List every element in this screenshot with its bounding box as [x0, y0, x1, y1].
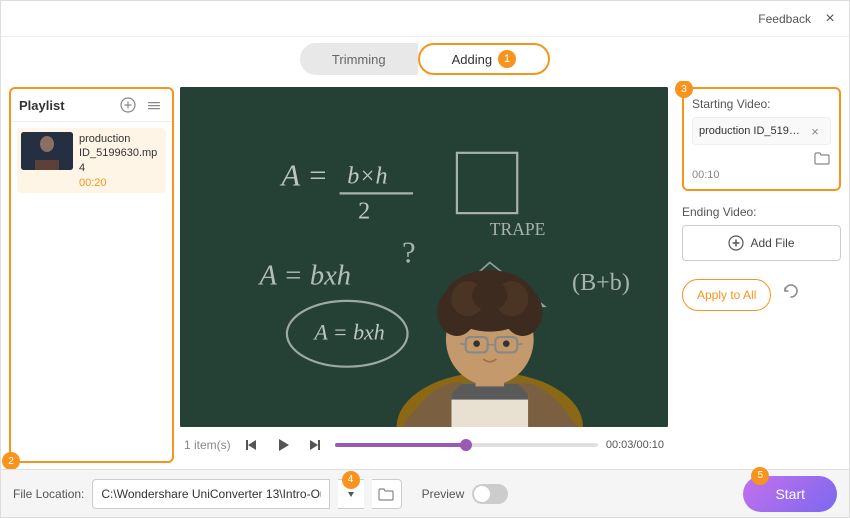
file-location-label: File Location: — [13, 487, 84, 501]
video-frame: A = b×h 2 A = bxh TRAPE A = bxh (B+b) — [180, 87, 668, 427]
starting-file-name: production ID_5199630.... — [699, 125, 806, 137]
refresh-button[interactable] — [777, 277, 805, 305]
playlist-panel: 2 Playlist — [9, 87, 174, 463]
tab-trimming-label: Trimming — [332, 52, 386, 67]
svg-text:A = bxh: A = bxh — [257, 260, 351, 291]
start-button[interactable]: 5 Start — [743, 476, 837, 512]
main-content: 2 Playlist — [1, 81, 849, 469]
add-file-label: Add File — [750, 236, 794, 250]
feedback-link[interactable]: Feedback — [758, 12, 811, 26]
playlist-item-duration: 00:20 — [79, 177, 162, 189]
playlist-thumb — [21, 132, 73, 170]
playlist-menu-btn[interactable] — [144, 95, 164, 115]
starting-video-label: Starting Video: — [692, 97, 831, 111]
playlist-item[interactable]: production ID_5199630.mp4 00:20 — [17, 128, 166, 193]
dropdown-badge: 4 — [342, 471, 360, 489]
svg-text:A =: A = — [279, 159, 328, 193]
svg-text:A = bxh: A = bxh — [312, 319, 384, 344]
preview-toggle[interactable] — [472, 484, 508, 504]
ending-video-section: Ending Video: Add File — [682, 205, 841, 261]
app-container: Feedback × Trimming Adding 1 2 Playlist — [0, 0, 850, 518]
tabs-bar: Trimming Adding 1 — [1, 37, 849, 81]
svg-text:TRAPE: TRAPE — [490, 219, 546, 239]
prev-button[interactable] — [239, 433, 263, 457]
ending-video-label: Ending Video: — [682, 205, 841, 219]
start-badge: 5 — [751, 467, 769, 485]
toggle-knob — [474, 486, 490, 502]
video-preview: A = b×h 2 A = bxh TRAPE A = bxh (B+b) — [174, 81, 674, 469]
playlist-items: production ID_5199630.mp4 00:20 — [11, 122, 172, 461]
play-button[interactable] — [271, 433, 295, 457]
starting-file-row: production ID_5199630.... × — [692, 117, 831, 145]
starting-file-folder-btn[interactable] — [813, 149, 831, 167]
apply-to-all-label: Apply to All — [697, 288, 756, 302]
video-controls: 1 item(s) 00:03/00:10 — [180, 427, 668, 463]
location-dropdown-button[interactable]: 4 — [338, 479, 364, 509]
progress-fill — [335, 443, 467, 447]
apply-to-all-button[interactable]: Apply to All — [682, 279, 771, 311]
title-bar: Feedback × — [1, 1, 849, 37]
playlist-item-info: production ID_5199630.mp4 00:20 — [79, 132, 162, 189]
tab-trimming[interactable]: Trimming — [300, 43, 418, 75]
starting-file-remove-btn[interactable]: × — [806, 122, 824, 140]
progress-bar[interactable] — [335, 443, 598, 447]
add-file-button[interactable]: Add File — [682, 225, 841, 261]
svg-text:b×h: b×h — [347, 164, 387, 190]
bottom-bar: File Location: 4 Preview 5 Start — [1, 469, 849, 517]
close-button[interactable]: × — [821, 10, 839, 28]
apply-row: Apply to All — [682, 271, 841, 311]
location-folder-button[interactable] — [372, 479, 402, 509]
right-panel: 3 Starting Video: production ID_5199630.… — [674, 81, 849, 469]
svg-text:2: 2 — [358, 199, 370, 225]
title-bar-actions: Feedback × — [758, 10, 839, 28]
starting-video-badge: 3 — [675, 81, 693, 98]
playlist-add-btn[interactable] — [118, 95, 138, 115]
next-button[interactable] — [303, 433, 327, 457]
playlist-title: Playlist — [19, 98, 65, 113]
items-count: 1 item(s) — [184, 438, 231, 452]
time-display: 00:03/00:10 — [606, 439, 664, 451]
progress-thumb[interactable] — [460, 439, 472, 451]
playlist-item-name: production ID_5199630.mp4 — [79, 132, 162, 175]
item-thumb-wrap — [21, 132, 73, 170]
svg-text:(B+b): (B+b) — [572, 270, 630, 296]
preview-label: Preview — [422, 487, 465, 501]
tab-adding[interactable]: Adding 1 — [418, 43, 550, 75]
starting-video-box: 3 Starting Video: production ID_5199630.… — [682, 87, 841, 191]
start-label: Start — [775, 486, 805, 502]
svg-text:?: ? — [402, 235, 416, 269]
playlist-actions — [118, 95, 164, 115]
file-location-input[interactable] — [92, 479, 329, 509]
playlist-header: Playlist — [11, 89, 172, 122]
starting-duration: 00:10 — [692, 169, 831, 181]
tab-adding-badge: 1 — [498, 50, 516, 68]
tab-adding-label: Adding — [452, 52, 492, 67]
playlist-badge: 2 — [2, 452, 20, 469]
